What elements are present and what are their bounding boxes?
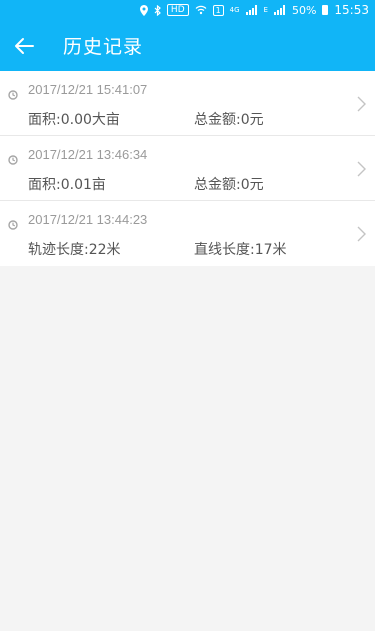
record-left-value: 面积:0.01亩 xyxy=(28,177,106,193)
location-icon xyxy=(139,4,148,16)
network-label: E xyxy=(263,5,268,14)
sim-badge: 1 xyxy=(212,4,224,16)
signal-icon-2 xyxy=(273,5,286,15)
list-item[interactable]: 2017/12/21 13:46:34 面积:0.01亩 总金额:0元 xyxy=(0,136,375,201)
record-left-value: 面积:0.00大亩 xyxy=(28,112,120,128)
chevron-right-icon xyxy=(357,96,366,112)
app-header: 历史记录 xyxy=(0,20,375,71)
clock-time: 15:53 xyxy=(334,3,369,17)
list-item[interactable]: 2017/12/21 15:41:07 面积:0.00大亩 总金额:0元 xyxy=(0,71,375,136)
battery-icon xyxy=(322,5,329,15)
history-list: 2017/12/21 15:41:07 面积:0.00大亩 总金额:0元 201… xyxy=(0,71,375,266)
list-item[interactable]: 2017/12/21 13:44:23 轨迹长度:22米 直线长度:17米 xyxy=(0,201,375,266)
network-type-icon: 4G xyxy=(229,5,240,14)
status-bar: HD 1 4G E 50% 15:53 xyxy=(0,0,375,20)
wifi-icon xyxy=(195,5,207,15)
battery-percent: 50% xyxy=(291,3,317,17)
record-right-value: 直线长度:17米 xyxy=(194,242,287,258)
record-left-value: 轨迹长度:22米 xyxy=(28,242,121,258)
record-right-value: 总金额:0元 xyxy=(194,177,264,193)
chevron-right-icon xyxy=(357,161,366,177)
clock-icon xyxy=(8,215,18,230)
signal-icon xyxy=(245,5,258,15)
chevron-right-icon xyxy=(357,226,366,242)
bluetooth-icon xyxy=(154,4,161,16)
record-right-value: 总金额:0元 xyxy=(194,112,264,128)
record-datetime: 2017/12/21 13:46:34 xyxy=(28,147,148,162)
record-datetime: 2017/12/21 13:44:23 xyxy=(28,212,148,227)
back-arrow-icon[interactable] xyxy=(13,37,35,55)
page-title: 历史记录 xyxy=(63,36,144,58)
hd-badge: HD xyxy=(166,4,189,16)
clock-icon xyxy=(8,150,18,165)
record-datetime: 2017/12/21 15:41:07 xyxy=(28,82,148,97)
clock-icon xyxy=(8,85,18,100)
